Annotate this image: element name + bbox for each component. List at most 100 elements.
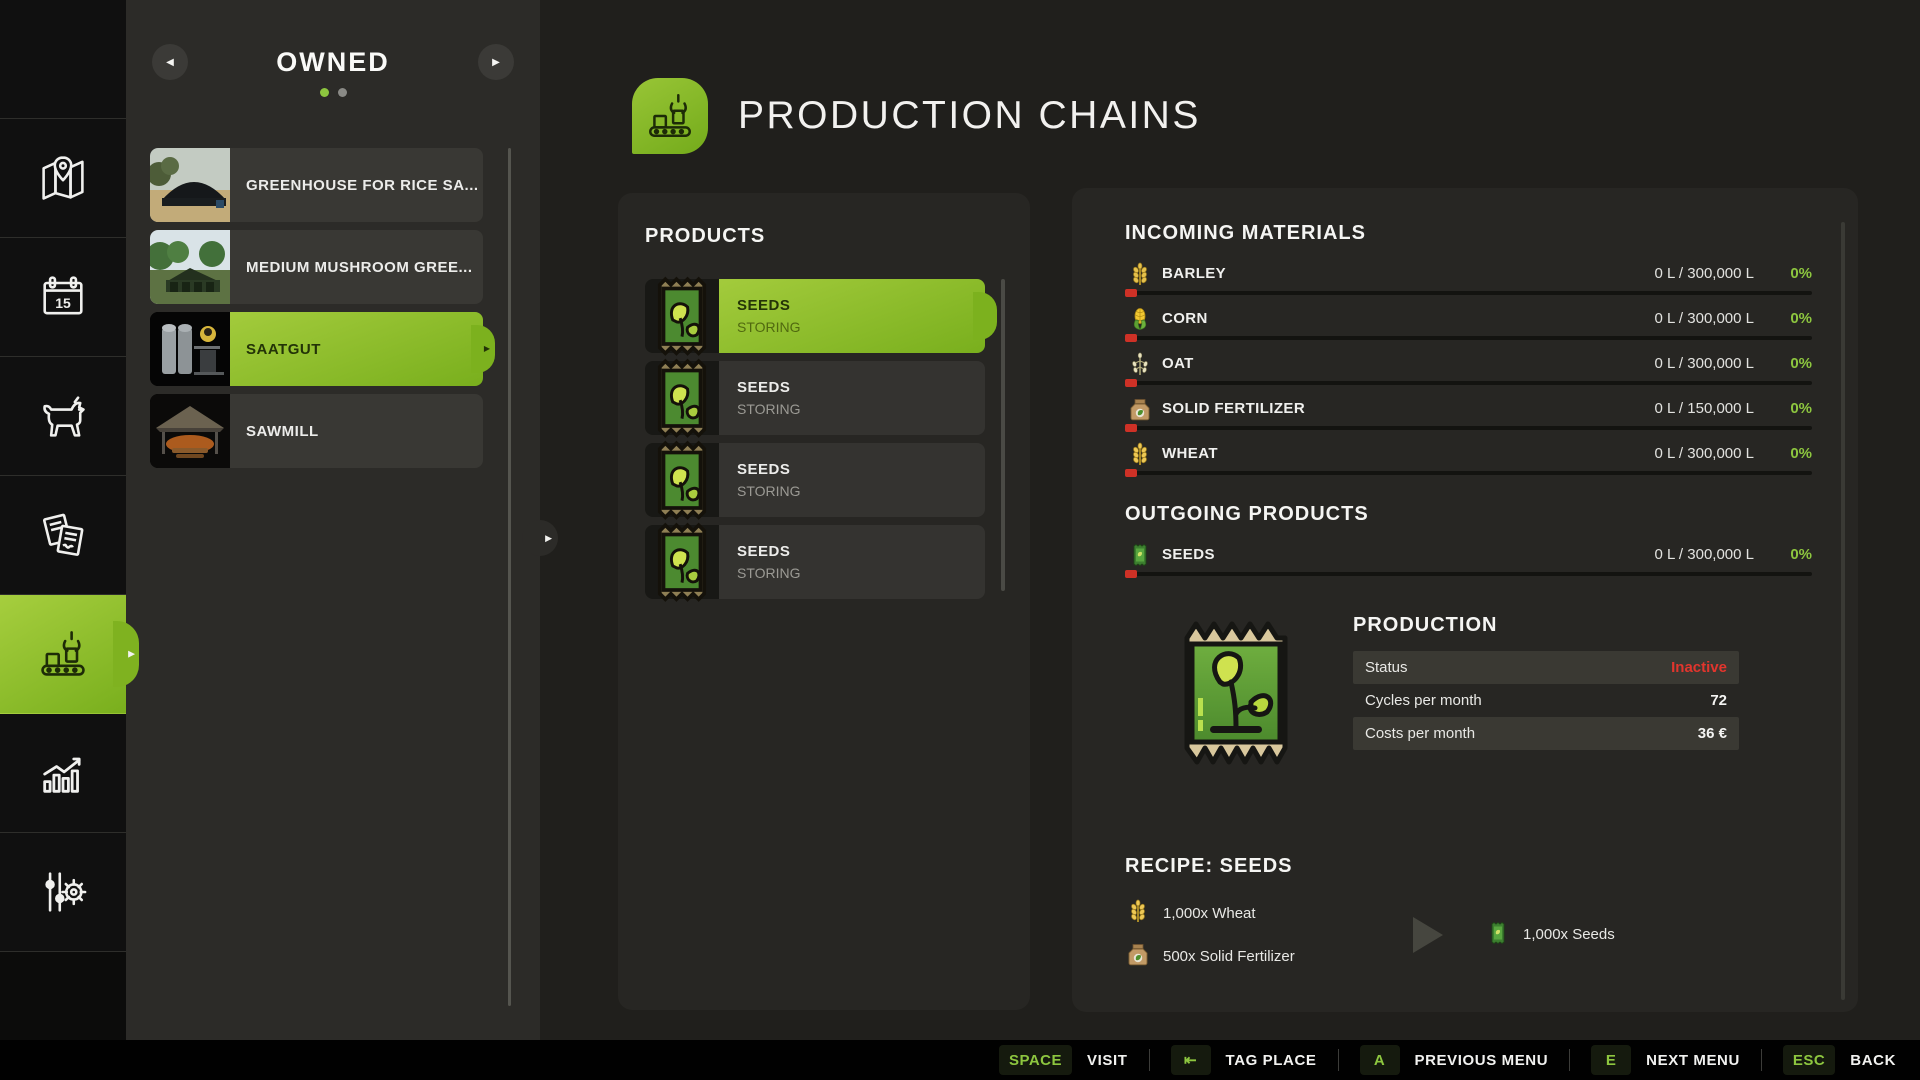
sawmill-thumb bbox=[150, 394, 230, 468]
sidebar-item-settings[interactable] bbox=[0, 833, 126, 952]
material-value: 0 L / 300,000 L bbox=[1654, 265, 1754, 282]
production-icon bbox=[643, 89, 697, 143]
hint-label: TAG PLACE bbox=[1226, 1052, 1317, 1069]
pager-dot[interactable] bbox=[338, 88, 347, 97]
seeds-icon bbox=[1485, 920, 1511, 950]
products-title: PRODUCTS bbox=[645, 225, 765, 248]
sidebar-item-calendar[interactable]: 15 bbox=[0, 238, 126, 357]
production-row-label: Status bbox=[1365, 659, 1408, 676]
production-chains-icon bbox=[632, 78, 708, 154]
fill-level-marker bbox=[1125, 570, 1137, 578]
seed-packet-icon bbox=[645, 525, 719, 599]
material-label: SEEDS bbox=[1162, 546, 1215, 563]
rice-greenhouse-thumb bbox=[150, 148, 230, 222]
list-item-greenhouse-rice[interactable]: GREENHOUSE FOR RICE SA... bbox=[150, 148, 483, 222]
details-scrollbar[interactable] bbox=[1841, 222, 1845, 1000]
space-keycap: SPACE bbox=[999, 1045, 1072, 1075]
owned-scrollbar[interactable] bbox=[508, 148, 511, 1006]
incoming-materials-title: INCOMING MATERIALS bbox=[1125, 222, 1812, 245]
production-title: PRODUCTION bbox=[1353, 614, 1739, 637]
material-row-corn: CORN 0 L / 300,000 L 0% bbox=[1125, 304, 1812, 340]
production-info: PRODUCTION Status Inactive Cycles per mo… bbox=[1353, 614, 1739, 777]
sidebar-item-animals[interactable] bbox=[0, 357, 126, 476]
sidebar-selected-arrow-icon: ▶ bbox=[128, 650, 135, 659]
fill-level-marker bbox=[1125, 334, 1137, 342]
material-row-wheat: WHEAT 0 L / 300,000 L 0% bbox=[1125, 439, 1812, 475]
hint-label: VISIT bbox=[1087, 1052, 1128, 1069]
hint-label: NEXT MENU bbox=[1646, 1052, 1740, 1069]
fill-level-bar bbox=[1125, 336, 1812, 340]
production-row-cycles: Cycles per month 72 bbox=[1353, 684, 1739, 717]
panel-collapse-handle[interactable]: ▶ bbox=[522, 520, 558, 556]
material-percent: 0% bbox=[1754, 355, 1812, 372]
hint-next-menu[interactable]: E NEXT MENU bbox=[1591, 1045, 1740, 1075]
material-value: 0 L / 300,000 L bbox=[1654, 310, 1754, 327]
recipe-output-seeds: 1,000x Seeds bbox=[1485, 920, 1615, 950]
material-label: WHEAT bbox=[1162, 445, 1218, 462]
product-item-seeds-3[interactable]: SEEDS STORING bbox=[645, 443, 985, 517]
material-label: CORN bbox=[1162, 310, 1208, 327]
list-item-label: GREENHOUSE FOR RICE SA... bbox=[230, 148, 483, 222]
product-item-seeds-1[interactable]: SEEDS STORING bbox=[645, 279, 985, 353]
product-info: SEEDS STORING bbox=[719, 279, 985, 353]
production-row-costs: Costs per month 36 € bbox=[1353, 717, 1739, 750]
sidebar-item-map[interactable] bbox=[0, 119, 126, 238]
material-percent: 0% bbox=[1754, 400, 1812, 417]
recipe-inputs: 1,000x Wheat 500x Solid Fertilizer bbox=[1125, 898, 1377, 971]
production-row-value: 36 € bbox=[1698, 725, 1727, 742]
corn-icon bbox=[1125, 306, 1155, 332]
main-menu-sidebar: 15 ▶ bbox=[0, 0, 126, 1040]
material-percent: 0% bbox=[1754, 445, 1812, 462]
hint-back[interactable]: ESC BACK bbox=[1783, 1045, 1896, 1075]
settings-icon bbox=[35, 864, 91, 920]
hint-previous-menu[interactable]: A PREVIOUS MENU bbox=[1360, 1045, 1549, 1075]
e-keycap: E bbox=[1591, 1045, 1631, 1075]
divider bbox=[1149, 1049, 1150, 1071]
hint-tag-place[interactable]: ⇤ TAG PLACE bbox=[1171, 1045, 1317, 1075]
material-value: 0 L / 300,000 L bbox=[1654, 355, 1754, 372]
sidebar-item-blank bbox=[0, 0, 126, 119]
fertilizer-icon bbox=[1125, 396, 1155, 422]
statistics-icon bbox=[35, 745, 91, 801]
owned-pager-dots bbox=[126, 88, 540, 97]
product-item-seeds-4[interactable]: SEEDS STORING bbox=[645, 525, 985, 599]
production-row-label: Costs per month bbox=[1365, 725, 1475, 742]
list-item-mushroom-greenhouse[interactable]: MEDIUM MUSHROOM GREE... bbox=[150, 230, 483, 304]
production-block: PRODUCTION Status Inactive Cycles per mo… bbox=[1125, 614, 1812, 777]
list-item-sawmill[interactable]: SAWMILL bbox=[150, 394, 483, 468]
recipe-input-label: 1,000x Wheat bbox=[1163, 905, 1256, 922]
fill-level-marker bbox=[1125, 424, 1137, 432]
products-scrollbar[interactable] bbox=[1001, 279, 1005, 591]
material-percent: 0% bbox=[1754, 265, 1812, 282]
divider bbox=[1338, 1049, 1339, 1071]
material-percent: 0% bbox=[1754, 310, 1812, 327]
list-item-label: SAWMILL bbox=[230, 394, 483, 468]
material-row-solid-fertilizer: SOLID FERTILIZER 0 L / 150,000 L 0% bbox=[1125, 394, 1812, 430]
material-value: 0 L / 150,000 L bbox=[1654, 400, 1754, 417]
product-item-seeds-2[interactable]: SEEDS STORING bbox=[645, 361, 985, 435]
products-panel: PRODUCTS SEEDS STORING SEEDS STORING bbox=[618, 193, 1030, 1010]
owned-panel: ◀ OWNED ▶ GREENHOUSE FOR RICE SA... MEDI… bbox=[126, 0, 540, 1040]
pager-dot-active[interactable] bbox=[320, 88, 329, 97]
product-status: STORING bbox=[737, 565, 985, 581]
hint-label: PREVIOUS MENU bbox=[1415, 1052, 1549, 1069]
sidebar-item-statistics[interactable] bbox=[0, 714, 126, 833]
recipe-body: 1,000x Wheat 500x Solid Fertilizer 1,000… bbox=[1125, 898, 1812, 971]
sidebar-item-production[interactable]: ▶ bbox=[0, 595, 126, 714]
owned-page-next-button[interactable]: ▶ bbox=[478, 44, 514, 80]
oat-icon bbox=[1125, 351, 1155, 377]
material-value: 0 L / 300,000 L bbox=[1654, 546, 1754, 563]
a-keycap: A bbox=[1360, 1045, 1400, 1075]
recipe-title: RECIPE: SEEDS bbox=[1125, 855, 1812, 878]
seed-packet-icon bbox=[645, 361, 719, 435]
hint-visit[interactable]: SPACE VISIT bbox=[999, 1045, 1128, 1075]
sidebar-item-contracts[interactable] bbox=[0, 476, 126, 595]
fill-level-marker bbox=[1125, 289, 1137, 297]
list-item-saatgut[interactable]: ▶ SAATGUT bbox=[150, 312, 483, 386]
status-badge: Inactive bbox=[1671, 659, 1727, 676]
production-row-status: Status Inactive bbox=[1353, 651, 1739, 684]
material-row-barley: BARLEY 0 L / 300,000 L 0% bbox=[1125, 259, 1812, 295]
map-icon bbox=[35, 150, 91, 206]
fill-level-marker bbox=[1125, 469, 1137, 477]
arrow-right-icon bbox=[1413, 917, 1443, 953]
